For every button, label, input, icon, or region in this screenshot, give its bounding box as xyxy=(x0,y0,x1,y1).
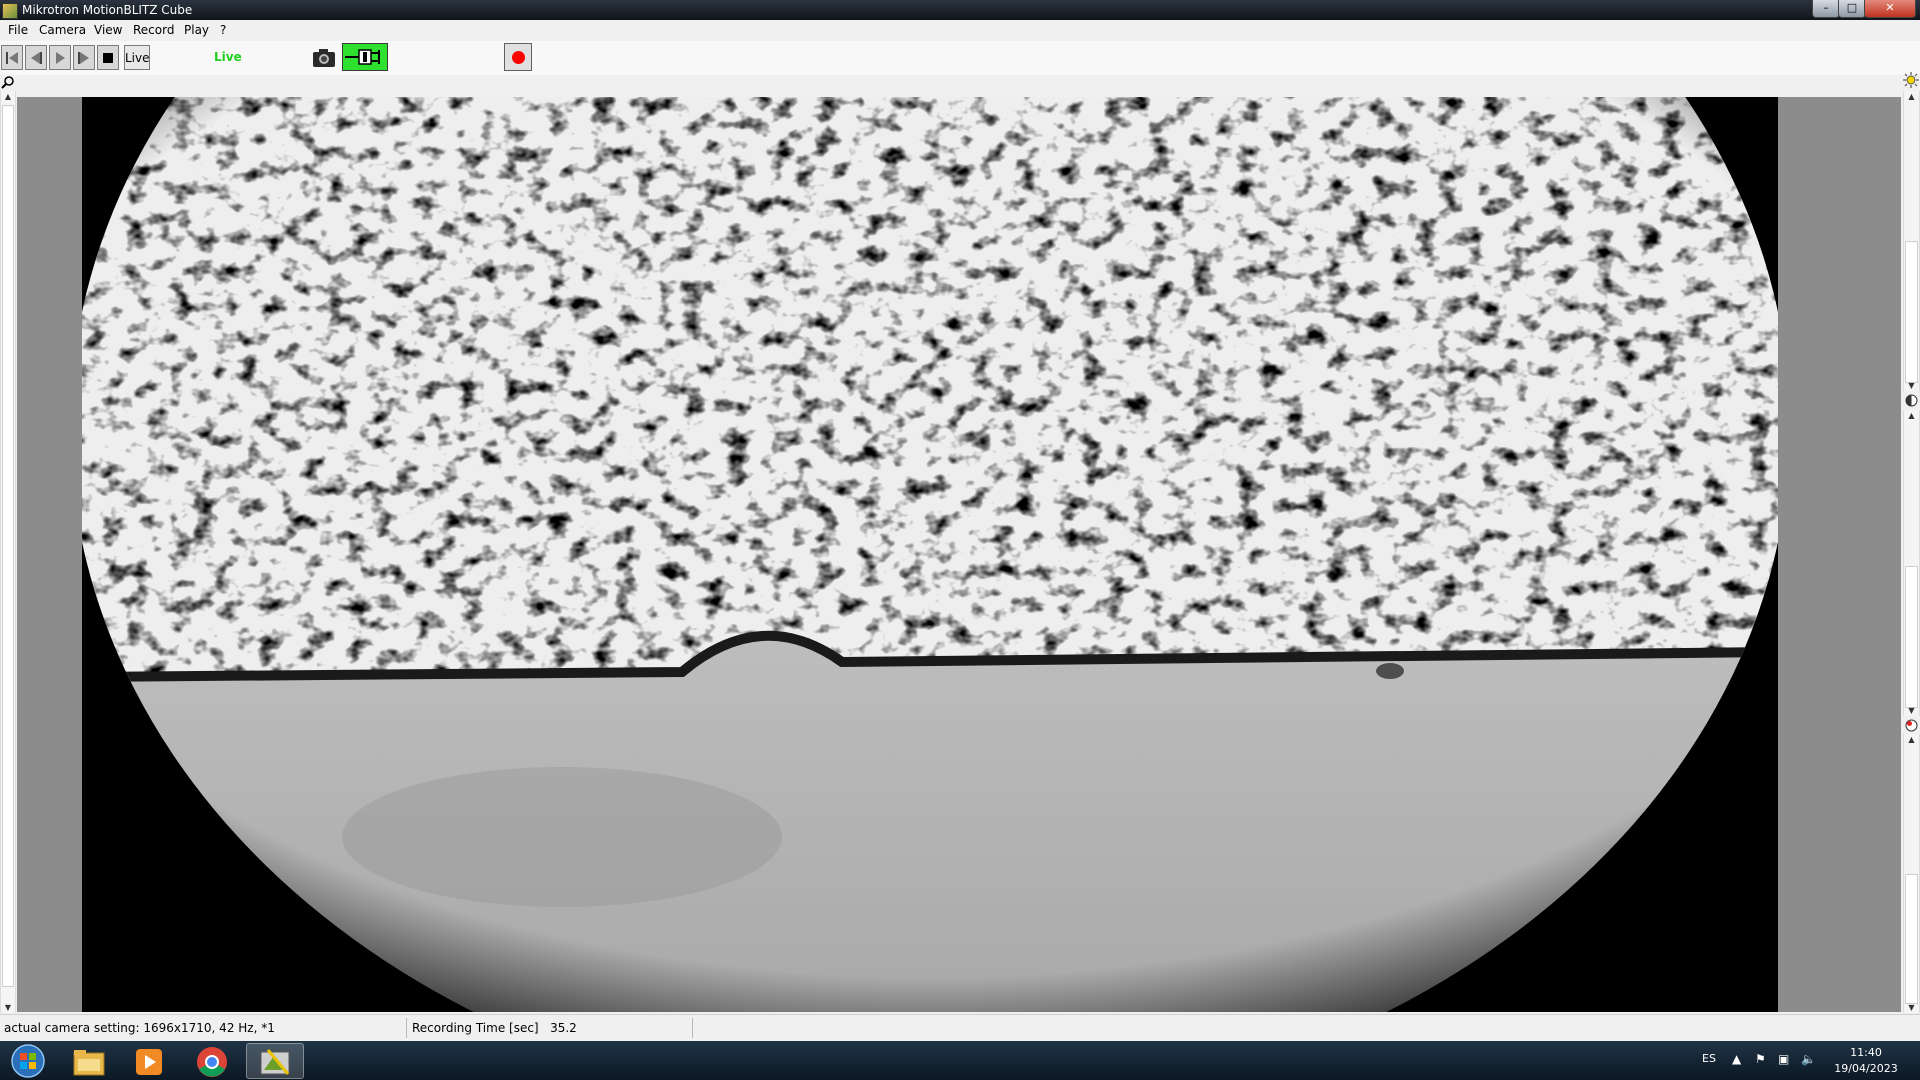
slider-up-arrow-icon[interactable]: ▲ xyxy=(1904,411,1919,420)
chrome-icon xyxy=(197,1047,227,1077)
clock-time: 11:40 xyxy=(1850,1046,1882,1059)
brightness-slider[interactable]: ▲ ▼ xyxy=(1903,91,1920,391)
taskbar-motionblitz[interactable] xyxy=(246,1043,304,1079)
scroll-up-arrow-icon[interactable]: ▲ xyxy=(1,92,15,101)
menu-play[interactable]: Play xyxy=(184,23,209,37)
title-bar: Mikrotron MotionBLITZ Cube – □ ✕ xyxy=(0,0,1920,20)
media-player-icon xyxy=(136,1049,162,1075)
taskbar-chrome[interactable] xyxy=(186,1043,238,1079)
color-icon xyxy=(1905,719,1918,732)
camera-setting-value: 1696x1710, 42 Hz, *1 xyxy=(143,1021,275,1035)
scroll-down-arrow-icon[interactable]: ▼ xyxy=(1,1003,15,1012)
skip-back-button[interactable] xyxy=(1,45,23,70)
motionblitz-app-icon xyxy=(260,1049,290,1075)
left-scrollbar[interactable]: ▲ ▼ xyxy=(0,91,16,1013)
file-explorer-icon xyxy=(73,1050,105,1076)
status-bar: actual camera setting: 1696x1710, 42 Hz,… xyxy=(0,1014,1920,1042)
snapshot-button[interactable] xyxy=(312,46,336,70)
contrast-slider-thumb[interactable] xyxy=(1905,566,1918,708)
window-title: Mikrotron MotionBLITZ Cube xyxy=(22,3,193,17)
taskbar: ES ▲ ⚑ ▣ 🔈 11:40 19/04/2023 xyxy=(0,1041,1920,1080)
step-back-button[interactable] xyxy=(25,45,47,70)
start-button[interactable] xyxy=(2,1043,52,1079)
recording-time-value: 35.2 xyxy=(550,1021,577,1035)
live-status-text: Live xyxy=(214,50,242,64)
clock-date: 19/04/2023 xyxy=(1834,1062,1898,1075)
record-button[interactable] xyxy=(504,43,532,71)
show-hidden-icons-icon[interactable]: ▲ xyxy=(1732,1052,1741,1066)
contrast-slider[interactable]: ▲ ▼ xyxy=(1903,410,1920,716)
record-icon xyxy=(512,51,525,64)
play-button[interactable] xyxy=(49,45,71,70)
menu-bar: File Camera View Record Play ? xyxy=(0,20,1920,42)
language-indicator[interactable]: ES xyxy=(1702,1052,1716,1065)
image-viewport xyxy=(17,97,1901,1012)
gain-slider-thumb[interactable] xyxy=(1905,874,1918,1004)
brightness-slider-thumb[interactable] xyxy=(1905,241,1918,383)
slider-up-arrow-icon[interactable]: ▲ xyxy=(1904,92,1919,101)
menu-record[interactable]: Record xyxy=(133,23,174,37)
zoom-icon[interactable] xyxy=(1,75,15,89)
camera-icon xyxy=(313,49,335,67)
step-forward-button[interactable] xyxy=(73,45,95,70)
menu-view[interactable]: View xyxy=(94,23,122,37)
left-scrollbar-thumb[interactable] xyxy=(2,105,14,987)
volume-icon[interactable]: 🔈 xyxy=(1801,1052,1816,1066)
play-icon xyxy=(56,52,65,64)
step-back-icon xyxy=(31,52,42,64)
menu-help[interactable]: ? xyxy=(220,23,226,37)
camera-setting-label: actual camera setting: xyxy=(4,1021,140,1035)
live-button[interactable]: Live xyxy=(124,45,150,70)
start-orb-icon xyxy=(11,1044,45,1078)
recording-time-label: Recording Time [sec] xyxy=(412,1021,539,1035)
toolbar: Live Live xyxy=(0,41,1920,75)
recording-time-panel: Recording Time [sec] 35.2 xyxy=(412,1018,693,1038)
slider-down-arrow-icon[interactable]: ▼ xyxy=(1904,706,1919,715)
brightness-icon[interactable] xyxy=(1903,72,1919,88)
system-clock[interactable]: 11:40 19/04/2023 xyxy=(1826,1045,1906,1077)
slider-down-arrow-icon[interactable]: ▼ xyxy=(1904,381,1919,390)
menu-camera[interactable]: Camera xyxy=(39,23,86,37)
contrast-icon xyxy=(1905,394,1918,407)
connection-plug-icon xyxy=(345,49,380,65)
slider-down-arrow-icon[interactable]: ▼ xyxy=(1904,1003,1919,1012)
taskbar-file-explorer[interactable] xyxy=(62,1043,114,1079)
slider-up-arrow-icon[interactable]: ▲ xyxy=(1904,735,1919,744)
skip-back-icon xyxy=(6,52,18,64)
app-icon xyxy=(2,3,18,19)
maximize-button[interactable]: □ xyxy=(1838,0,1866,18)
minimize-button[interactable]: – xyxy=(1812,0,1840,18)
camera-live-image[interactable] xyxy=(82,97,1778,1012)
action-center-flag-icon[interactable]: ⚑ xyxy=(1755,1052,1766,1066)
taskbar-media-player[interactable] xyxy=(122,1043,174,1079)
gain-slider[interactable]: ▲ ▼ xyxy=(1903,734,1920,1013)
menu-file[interactable]: File xyxy=(8,23,28,37)
live-frame-image xyxy=(82,97,1778,1012)
connect-button[interactable] xyxy=(342,43,388,71)
camera-setting-panel: actual camera setting: 1696x1710, 42 Hz,… xyxy=(4,1018,407,1038)
stop-icon xyxy=(103,53,113,63)
close-button[interactable]: ✕ xyxy=(1864,0,1916,18)
network-icon[interactable]: ▣ xyxy=(1778,1052,1789,1066)
stop-button[interactable] xyxy=(97,45,119,70)
step-forward-icon xyxy=(78,52,89,64)
